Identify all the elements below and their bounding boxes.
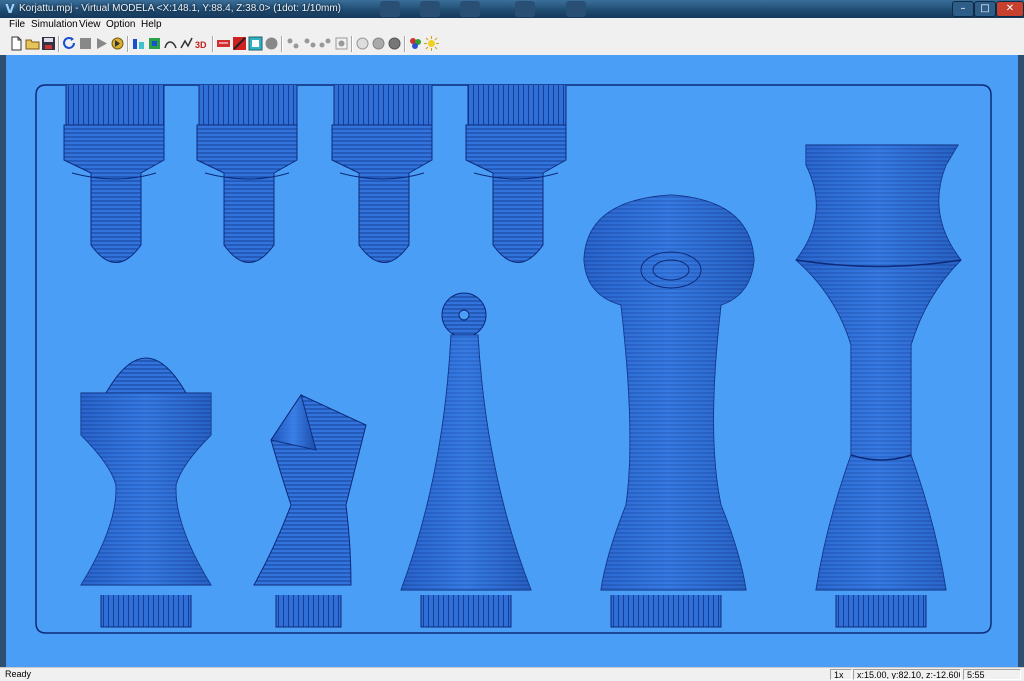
status-zoom: 1x <box>830 669 852 680</box>
shade-1-icon[interactable] <box>355 36 370 51</box>
app-logo-icon: V <box>5 2 15 16</box>
rotate-a-icon[interactable] <box>286 36 301 51</box>
menu-option[interactable]: Option <box>106 19 135 30</box>
shade-3-icon[interactable] <box>387 36 402 51</box>
taskbar-thumb-4 <box>515 1 535 17</box>
taskbar-thumb-2 <box>420 1 440 17</box>
rotate-c-icon[interactable] <box>318 36 333 51</box>
title-bar: V Korjattu.mpj - Virtual MODELA <X:148.1… <box>0 0 1024 18</box>
open-folder-icon[interactable] <box>25 36 40 51</box>
curve-icon[interactable] <box>163 36 178 51</box>
bishop-piece <box>400 292 532 628</box>
sphere-icon[interactable] <box>264 36 279 51</box>
save-icon[interactable] <box>41 36 56 51</box>
rotate-d-icon[interactable] <box>334 36 349 51</box>
simulation-viewport[interactable] <box>6 55 1018 667</box>
taskbar-thumb-1 <box>380 1 400 17</box>
menu-simulation[interactable]: Simulation <box>31 19 78 30</box>
minimize-button[interactable]: – <box>952 1 974 17</box>
pawn-piece <box>465 85 567 263</box>
material-icon[interactable] <box>232 36 247 51</box>
pawn-piece <box>331 85 433 263</box>
step-icon[interactable] <box>110 36 125 51</box>
view-3d-icon[interactable]: 3D <box>195 36 210 51</box>
queen-piece <box>583 194 755 628</box>
color-settings-icon[interactable] <box>408 36 423 51</box>
rook-piece <box>80 357 212 628</box>
top-view-icon[interactable] <box>147 36 162 51</box>
close-button[interactable]: ✕ <box>996 1 1024 17</box>
toolbar-separator <box>404 36 406 52</box>
shade-2-icon[interactable] <box>371 36 386 51</box>
path-icon[interactable] <box>179 36 194 51</box>
new-file-icon[interactable] <box>9 36 24 51</box>
taskbar-thumb-3 <box>460 1 480 17</box>
status-time: 5:55 <box>963 669 1021 680</box>
play-icon[interactable] <box>94 36 109 51</box>
menu-help[interactable]: Help <box>141 19 162 30</box>
svg-text:3D: 3D <box>195 40 207 50</box>
front-view-icon[interactable] <box>131 36 146 51</box>
toolbar-separator <box>281 36 283 52</box>
toolbar-separator <box>212 36 214 52</box>
maximize-button[interactable]: □ <box>974 1 996 17</box>
window-title: Korjattu.mpj - Virtual MODELA <X:148.1, … <box>19 3 342 14</box>
menu-view[interactable]: View <box>79 19 101 30</box>
pawn-piece <box>196 85 298 263</box>
king-piece <box>795 144 962 628</box>
rotate-b-icon[interactable] <box>302 36 317 51</box>
milled-model-render <box>35 84 992 634</box>
workspace <box>0 55 1024 667</box>
knight-piece <box>253 393 367 628</box>
menu-file[interactable]: File <box>9 19 25 30</box>
stop-icon[interactable] <box>78 36 93 51</box>
status-ready: Ready <box>5 669 32 679</box>
toolbar-separator <box>58 36 60 52</box>
status-coordinates: x:15.00, y:82.10, z:-12.6000 <box>853 669 961 680</box>
status-bar: Ready 1x x:15.00, y:82.10, z:-12.6000 5:… <box>0 667 1024 681</box>
toolbar-separator <box>127 36 129 52</box>
refresh-icon[interactable] <box>62 36 77 51</box>
taskbar-thumb-5 <box>566 1 586 17</box>
grid-icon[interactable] <box>248 36 263 51</box>
cut-tool-icon[interactable] <box>216 36 231 51</box>
menu-bar: File Simulation View Option Help <box>0 18 1024 34</box>
light-icon[interactable] <box>424 36 439 51</box>
toolbar-separator <box>351 36 353 52</box>
pawn-piece <box>63 85 165 263</box>
toolbar: 3D <box>0 33 1024 56</box>
